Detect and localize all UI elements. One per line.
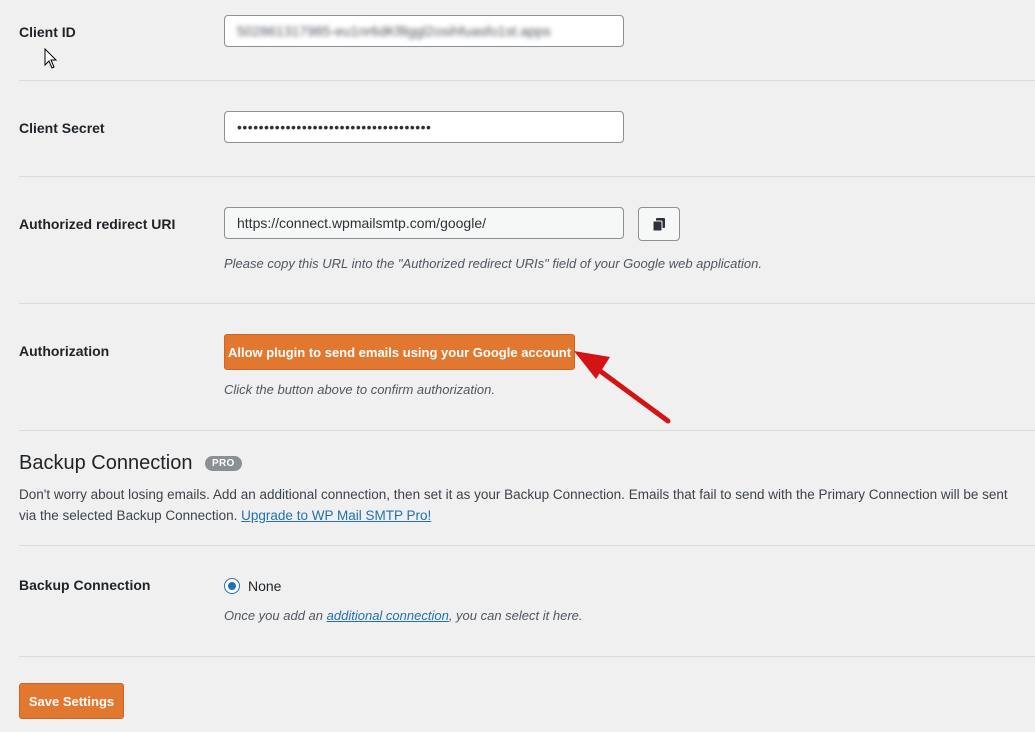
backup-connection-row bbox=[19, 545, 1035, 657]
copy-icon bbox=[653, 217, 665, 231]
authorize-google-button[interactable]: Allow plugin to send emails using your G… bbox=[224, 334, 575, 370]
backup-section-divider bbox=[19, 430, 1035, 546]
authorization-description: Click the button above to confirm author… bbox=[224, 382, 495, 397]
backup-desc-prefix: Once you add an bbox=[224, 608, 324, 623]
backup-connection-label: Backup Connection bbox=[19, 577, 151, 593]
redirect-uri-input[interactable]: https://connect.wpmailsmtp.com/google/ bbox=[224, 207, 624, 239]
client-id-input[interactable]: 502861317985-eu1nr6dKf8ggl2osihfuasfo1st… bbox=[224, 15, 624, 47]
save-settings-button[interactable]: Save Settings bbox=[19, 683, 124, 719]
backup-connection-description: Once you add an additional connection, y… bbox=[224, 608, 583, 623]
client-secret-label: Client Secret bbox=[19, 120, 105, 136]
redirect-uri-value: https://connect.wpmailsmtp.com/google/ bbox=[237, 215, 487, 231]
additional-connection-link[interactable]: additional connection bbox=[327, 608, 449, 623]
client-secret-input[interactable]: •••••••••••••••••••••••••••••••••••• bbox=[224, 111, 624, 143]
client-id-label: Client ID bbox=[19, 24, 76, 40]
copy-url-button[interactable] bbox=[638, 207, 680, 241]
red-arrow-annotation bbox=[574, 351, 671, 424]
authorization-label: Authorization bbox=[19, 343, 110, 359]
backup-desc-suffix: , you can select it here. bbox=[448, 608, 583, 623]
redirect-uri-label: Authorized redirect URI bbox=[19, 216, 176, 232]
mouse-cursor-icon bbox=[44, 48, 58, 69]
client-secret-value: •••••••••••••••••••••••••••••••••••• bbox=[237, 119, 432, 135]
backup-none-label[interactable]: None bbox=[248, 578, 281, 594]
client-id-value: 502861317985-eu1nr6dKf8ggl2osihfuasfo1st… bbox=[237, 23, 551, 39]
backup-none-radio[interactable] bbox=[224, 578, 240, 594]
redirect-uri-description: Please copy this URL into the "Authorize… bbox=[224, 256, 762, 271]
redirect-uri-row bbox=[19, 176, 1035, 304]
